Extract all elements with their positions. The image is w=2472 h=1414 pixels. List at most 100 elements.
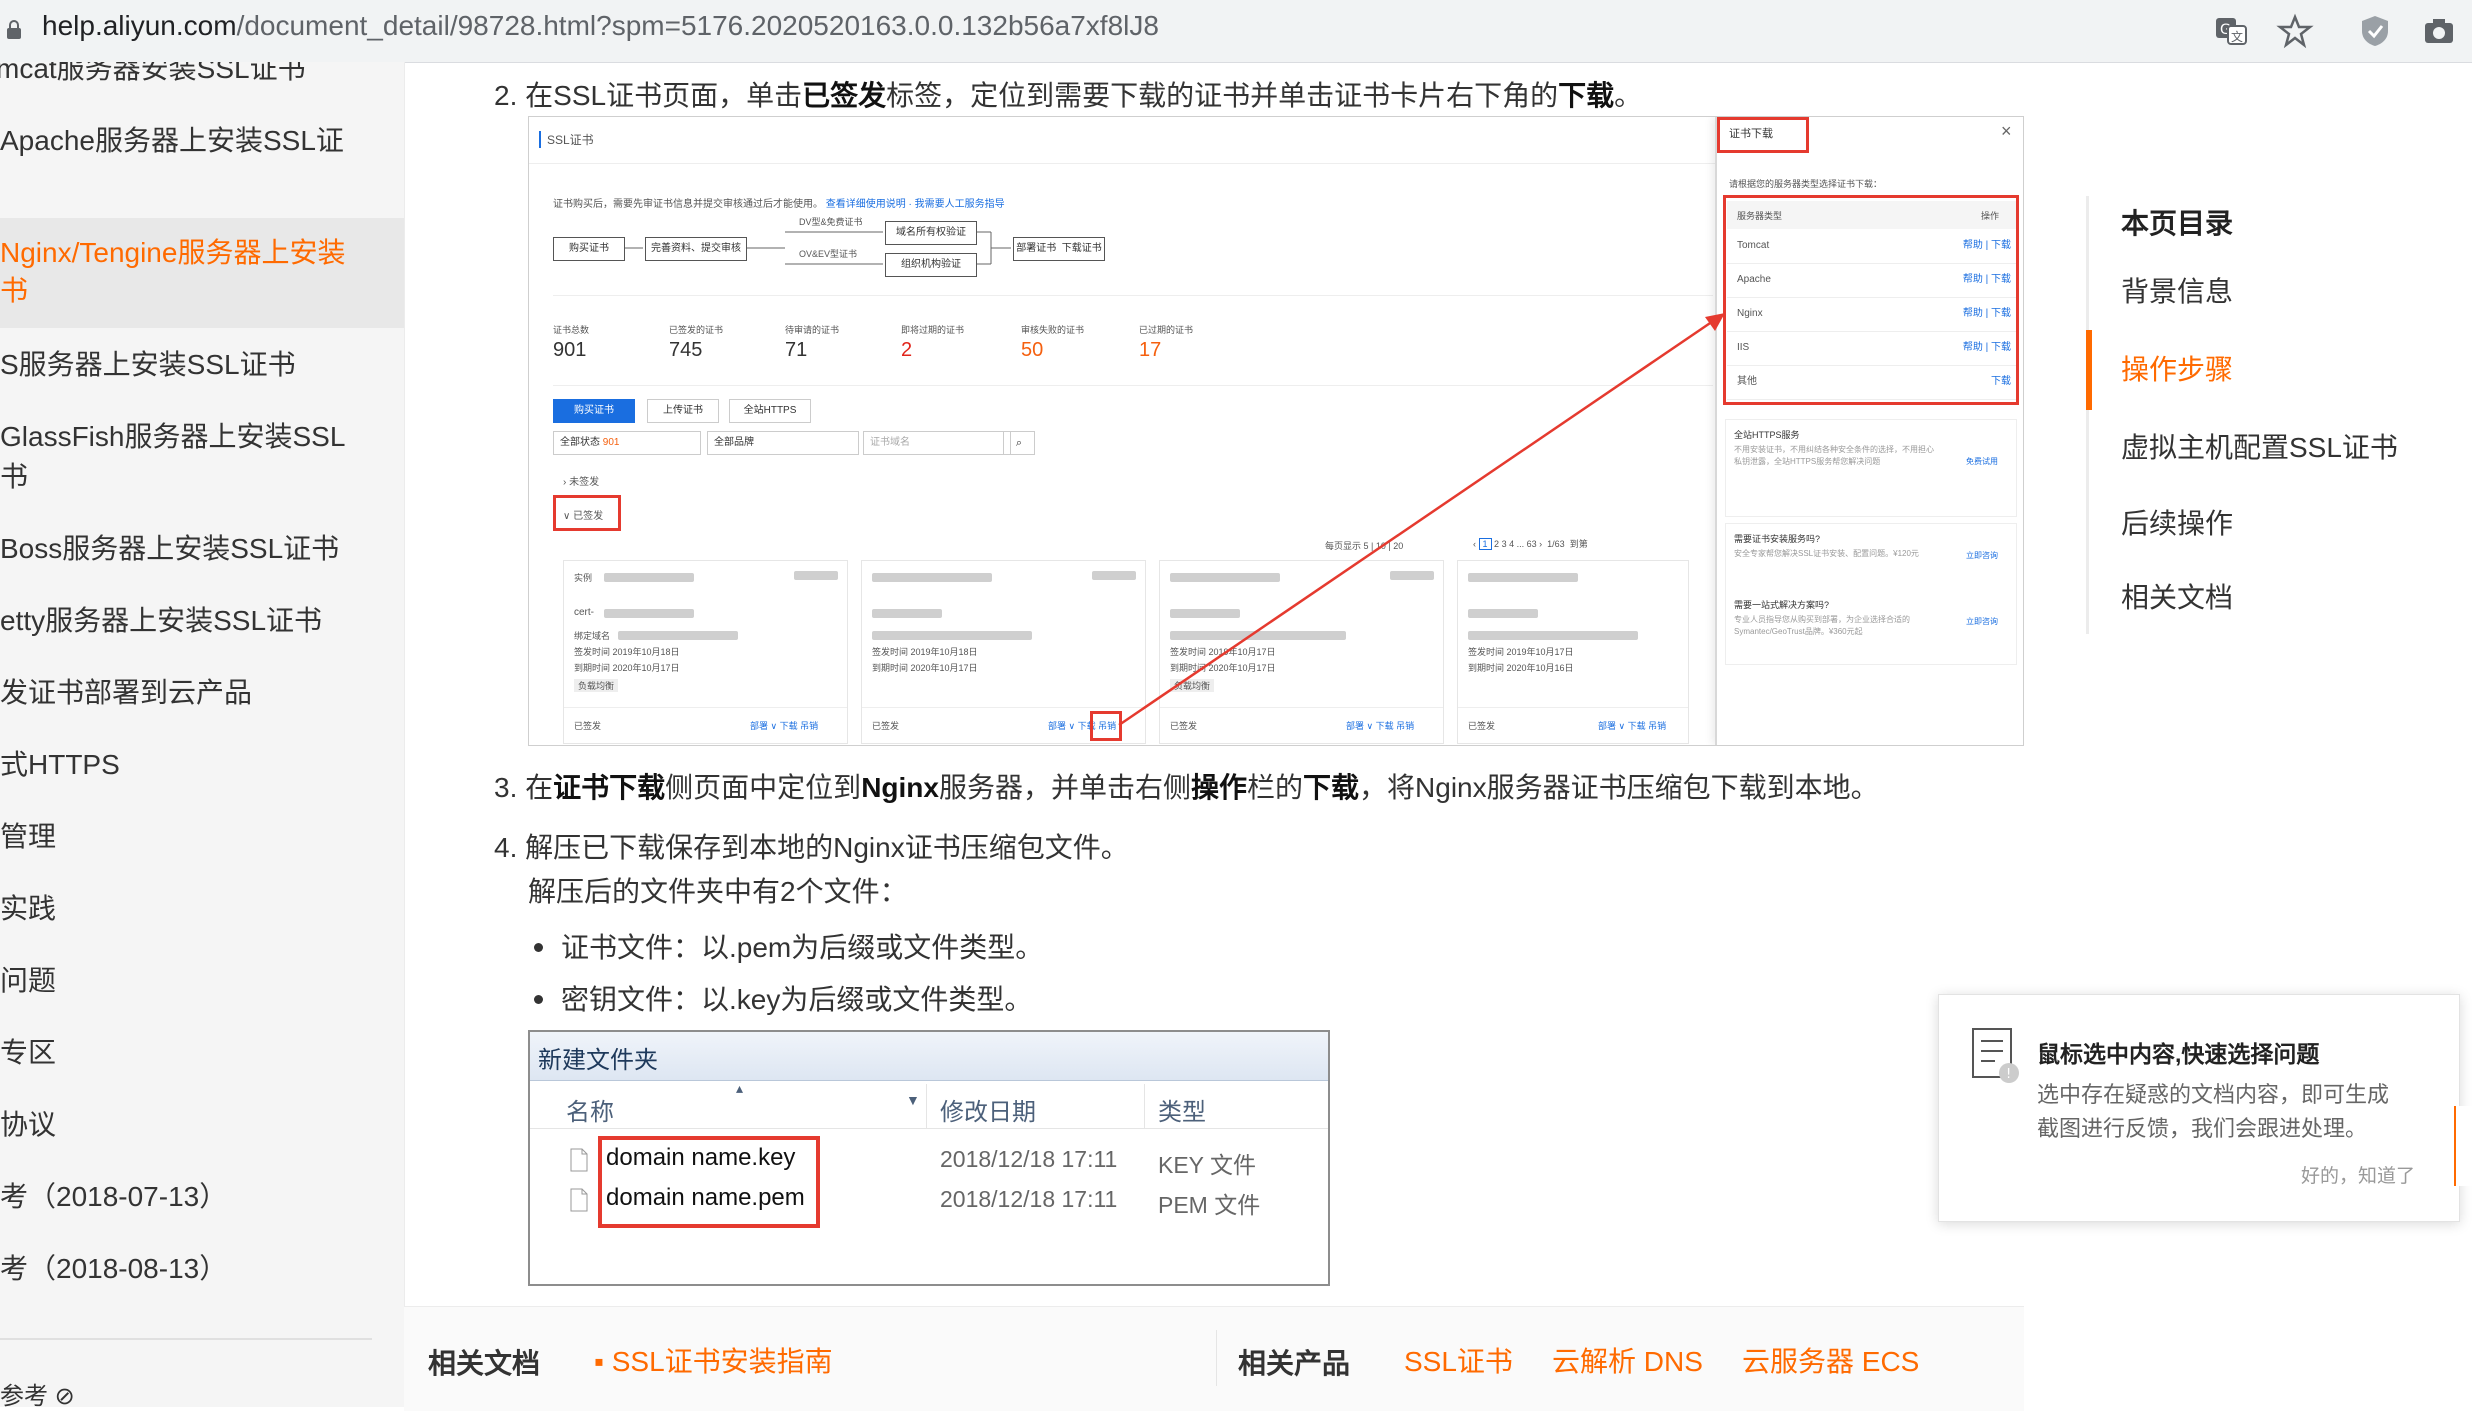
step-number: 3. xyxy=(494,772,518,803)
sidebar-item-faq[interactable]: 问题 xyxy=(0,962,404,1000)
sidebar-item-zone[interactable]: 专区 xyxy=(0,1034,404,1072)
bullet-text: 证书文件：以.pem为后缀或文件类型。 xyxy=(561,932,1044,963)
translate-icon[interactable]: G 文 xyxy=(2212,12,2250,50)
col-dropdown-icon[interactable]: ▼ xyxy=(906,1092,920,1108)
bullet-cert-file: 证书文件：以.pem为后缀或文件类型。 xyxy=(534,926,1043,966)
sidebar-item-cloud-deploy[interactable]: 发证书部署到云产品 xyxy=(0,674,404,712)
sidebar-item-jboss[interactable]: Boss服务器上安装SSL证书 xyxy=(0,530,404,568)
related-docs-heading: 相关文档 xyxy=(428,1348,541,1379)
sidebar-item-glassfish-cont: 书 xyxy=(0,461,29,492)
file-type: PEM 文件 xyxy=(1158,1192,1261,1218)
step-text-part: 在 xyxy=(525,772,554,803)
product-link-ecs[interactable]: 云服务器 ECS xyxy=(1742,1340,1919,1380)
col-type-header[interactable]: 类型 xyxy=(1158,1092,1206,1127)
sidebar-item-tomcat[interactable]: mcat服务器安装SSL证书 xyxy=(0,62,400,88)
annotation-arrow xyxy=(1118,313,1725,727)
camera-icon[interactable] xyxy=(2420,12,2458,50)
toc-item-related[interactable]: 相关文档 xyxy=(2121,576,2233,616)
step-number: 4. xyxy=(494,832,518,863)
step-text-part: 标签，定位到需要下载的证书并单击证书卡片右下角的 xyxy=(886,80,1559,111)
feedback-line2: 截图进行反馈，我们会跟进处理。 xyxy=(2037,1116,2368,1141)
url-host: help.aliyun.com xyxy=(42,10,237,41)
svg-text:!: ! xyxy=(2006,1067,2011,1082)
bullet-dot xyxy=(534,943,543,953)
sidebar-divider xyxy=(0,1338,372,1340)
step-text-part: 侧页面中定位到 xyxy=(665,772,862,803)
step-text-part: 在SSL证书页面，单击 xyxy=(525,80,803,111)
sidebar-item-jetty[interactable]: etty服务器上安装SSL证书 xyxy=(0,602,404,640)
sidebar-item-apache[interactable]: Apache服务器上安装SSL证 xyxy=(0,122,404,160)
step-number: 2. xyxy=(494,80,518,111)
step-bold-download: 下载 xyxy=(1558,80,1615,111)
sidebar-item-ref-0713[interactable]: 考（2018-07-13） xyxy=(0,1178,404,1216)
file-icon xyxy=(570,1148,588,1172)
url-path: /document_detail/98728.html?spm=5176.202… xyxy=(236,10,1159,41)
product-link-dns[interactable]: 云解析 DNS xyxy=(1552,1340,1703,1380)
file-date: 2018/12/18 17:11 xyxy=(940,1186,1118,1212)
sidebar-item-agreement[interactable]: 协议 xyxy=(0,1106,404,1144)
footer-separator xyxy=(1216,1330,1217,1386)
annotation-files xyxy=(598,1136,820,1228)
sidebar-item-manage[interactable]: 管理 xyxy=(0,818,404,856)
explorer-folder-name: 新建文件夹 xyxy=(538,1047,658,1074)
col-name-header[interactable]: 名称 xyxy=(566,1092,614,1127)
feedback-side-tab[interactable] xyxy=(2454,1106,2472,1186)
sidebar-item-https[interactable]: 式HTTPS xyxy=(0,746,404,784)
step-text-part: 。 xyxy=(1614,80,1643,111)
document-feedback-icon: ! xyxy=(1972,1028,2019,1083)
toc-title: 本页目录 xyxy=(2121,208,2234,239)
feedback-line1: 选中存在疑惑的文档内容，即可生成 xyxy=(2037,1082,2390,1107)
bullet-dot xyxy=(534,995,543,1005)
sidebar-item-ref-0813[interactable]: 考（2018-08-13） xyxy=(0,1250,404,1288)
feedback-title: 鼠标选中内容,快速选择问题 xyxy=(2037,1041,2320,1067)
sidebar-item-nginx-label: Nginx/Tengine服务器上安装 xyxy=(0,237,346,268)
step-bold-operation: 操作 xyxy=(1190,772,1247,803)
svg-text:文: 文 xyxy=(2231,29,2243,44)
shield-extension-icon[interactable] xyxy=(2356,12,2394,50)
sidebar-item-nginx-label-cont: 书 xyxy=(0,275,29,306)
step-4-text: 4. 解压已下载保存到本地的Nginx证书压缩包文件。 xyxy=(494,826,1129,866)
browser-address-bar[interactable]: help.aliyun.com/document_detail/98728.ht… xyxy=(0,0,2472,63)
step-text-part: ，将Nginx服务器证书压缩包下载到本地。 xyxy=(1359,772,1879,803)
toc-item-background[interactable]: 背景信息 xyxy=(2121,270,2233,310)
file-explorer-screenshot: 新建文件夹 名称 ▴ ▼ 修改日期 类型 domain name.key 201… xyxy=(528,1030,1330,1286)
file-type: KEY 文件 xyxy=(1158,1152,1256,1178)
toc-item-followup[interactable]: 后续操作 xyxy=(2121,502,2233,542)
toc-item-steps[interactable]: 操作步骤 xyxy=(2121,348,2233,388)
step-bold-signed: 已签发 xyxy=(802,80,887,111)
feedback-dismiss-button[interactable]: 好的，知道了 xyxy=(2301,1161,2415,1188)
sidebar-item-practice[interactable]: 实践 xyxy=(0,890,404,928)
explorer-header-row xyxy=(530,1084,1328,1129)
sort-up-icon: ▴ xyxy=(736,1080,744,1096)
sidebar-item-glassfish[interactable]: GlassFish服务器上安装SSL xyxy=(0,418,404,456)
toc-track xyxy=(2086,196,2089,634)
bullet-text: 密钥文件：以.key为后缀或文件类型。 xyxy=(561,984,1033,1015)
sidebar-item-ref[interactable]: 参考 ⊘ xyxy=(0,1378,404,1407)
step-4-subtext: 解压后的文件夹中有2个文件： xyxy=(528,876,908,907)
lock-icon xyxy=(7,20,21,39)
step-text-part: 栏的 xyxy=(1247,772,1304,803)
toc-active-indicator xyxy=(2086,330,2092,410)
step-text-part: 解压已下载保存到本地的Nginx证书压缩包文件。 xyxy=(525,832,1129,863)
ssl-console-screenshot: SSL证书 证书购买后，需要先审证书信息并提交审核通过后才能使用。 查看详细使用… xyxy=(528,116,2024,746)
step-3-text: 3. 在证书下载侧页面中定位到Nginx服务器，并单击右侧操作栏的下载，将Ngi… xyxy=(494,766,1879,806)
toc-item-vhost[interactable]: 虚拟主机配置SSL证书 xyxy=(2121,426,2398,466)
step-bold-nginx: Nginx xyxy=(861,772,939,803)
product-link-ssl[interactable]: SSL证书 xyxy=(1404,1340,1513,1380)
step-text-part: 服务器，并单击右侧 xyxy=(938,772,1191,803)
related-doc-link[interactable]: ▪ SSL证书安装指南 xyxy=(594,1340,833,1380)
sidebar-item-iis[interactable]: S服务器上安装SSL证书 xyxy=(0,346,404,384)
file-date: 2018/12/18 17:11 xyxy=(940,1146,1118,1172)
related-doc-link-label: SSL证书安装指南 xyxy=(611,1346,833,1377)
bullet-key-file: 密钥文件：以.key为后缀或文件类型。 xyxy=(534,978,1032,1018)
step-bold-download: 下载 xyxy=(1303,772,1360,803)
url-text[interactable]: help.aliyun.com/document_detail/98728.ht… xyxy=(42,10,1159,42)
step-2-text: 2. 在SSL证书页面，单击已签发标签，定位到需要下载的证书并单击证书卡片右下角… xyxy=(494,74,1642,114)
bookmark-star-icon[interactable] xyxy=(2276,12,2314,50)
related-products-heading: 相关产品 xyxy=(1238,1348,1351,1379)
col-separator xyxy=(926,1084,927,1128)
step-bold-cert-download: 证书下载 xyxy=(553,772,666,803)
col-separator xyxy=(1144,1084,1145,1128)
col-date-header[interactable]: 修改日期 xyxy=(940,1092,1036,1127)
feedback-popup: ! 鼠标选中内容,快速选择问题 选中存在疑惑的文档内容，即可生成 截图进行反馈，… xyxy=(1938,994,2460,1222)
